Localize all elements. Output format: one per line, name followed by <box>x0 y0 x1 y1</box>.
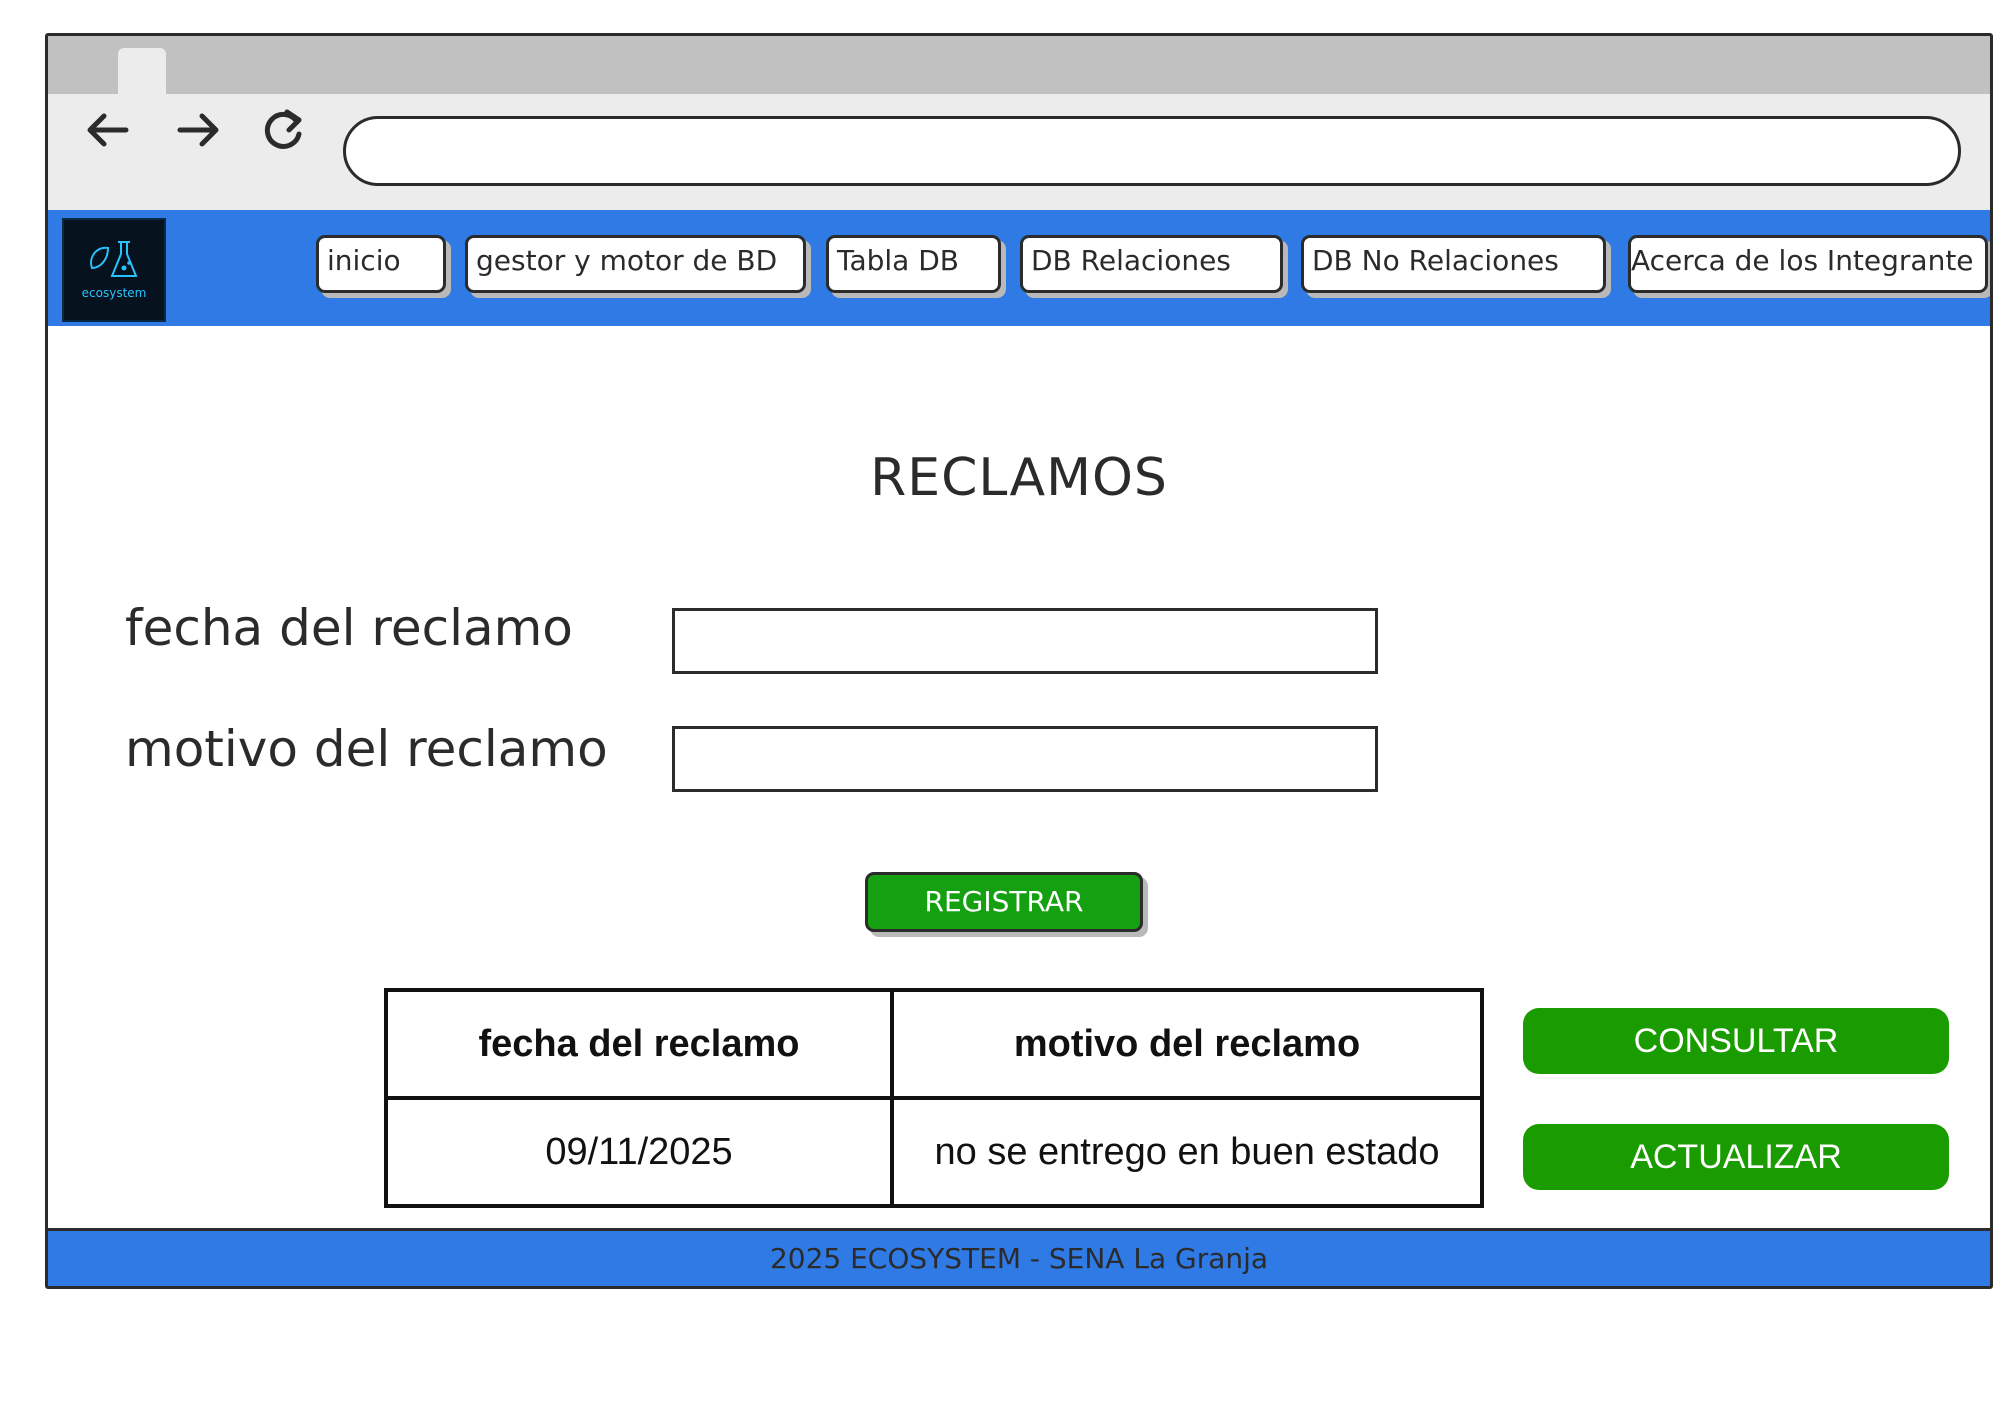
reason-field[interactable] <box>672 726 1378 792</box>
table-cell-date: 09/11/2025 <box>384 1096 894 1208</box>
browser-tab[interactable] <box>118 48 166 98</box>
nav-item-acerca-integrantes[interactable]: Acerca de los Integrante <box>1628 235 1988 293</box>
browser-window: ecosystem inicio gestor y motor de BD Ta… <box>45 33 1993 1289</box>
forward-arrow-icon[interactable] <box>168 100 228 160</box>
update-button[interactable]: ACTUALIZAR <box>1523 1124 1949 1190</box>
site-navbar: ecosystem inicio gestor y motor de BD Ta… <box>48 210 1990 326</box>
nav-item-tabla-db[interactable]: Tabla DB <box>826 235 1001 293</box>
logo-text: ecosystem <box>81 286 147 300</box>
nav-item-db-relaciones[interactable]: DB Relaciones <box>1020 235 1283 293</box>
flask-leaf-icon <box>90 241 138 277</box>
table-cell-reason: no se entrego en buen estado <box>890 1096 1484 1208</box>
reason-field-label: motivo del reclamo <box>125 720 608 778</box>
table-header-row: fecha del reclamo motivo del reclamo <box>384 988 1484 1100</box>
register-button[interactable]: REGISTRAR <box>865 872 1143 932</box>
claims-table: fecha del reclamo motivo del reclamo 09/… <box>384 988 1484 1208</box>
nav-item-gestor-motor-bd[interactable]: gestor y motor de BD <box>465 235 806 293</box>
browser-tab-strip <box>48 36 1990 98</box>
column-header-reason: motivo del reclamo <box>890 988 1484 1100</box>
date-field-label: fecha del reclamo <box>125 599 573 657</box>
site-footer: 2025 ECOSYSTEM - SENA La Granja <box>48 1228 1990 1286</box>
page-title: RECLAMOS <box>870 448 1168 508</box>
column-header-date: fecha del reclamo <box>384 988 894 1100</box>
consult-button[interactable]: CONSULTAR <box>1523 1008 1949 1074</box>
table-row[interactable]: 09/11/2025 no se entrego en buen estado <box>384 1096 1484 1208</box>
reload-icon[interactable] <box>253 100 313 160</box>
back-arrow-icon[interactable] <box>78 100 138 160</box>
date-field[interactable] <box>672 608 1378 674</box>
address-bar[interactable] <box>343 116 1961 186</box>
nav-item-db-no-relaciones[interactable]: DB No Relaciones <box>1301 235 1606 293</box>
nav-item-inicio[interactable]: inicio <box>316 235 446 293</box>
ecosystem-logo[interactable]: ecosystem <box>62 218 166 322</box>
